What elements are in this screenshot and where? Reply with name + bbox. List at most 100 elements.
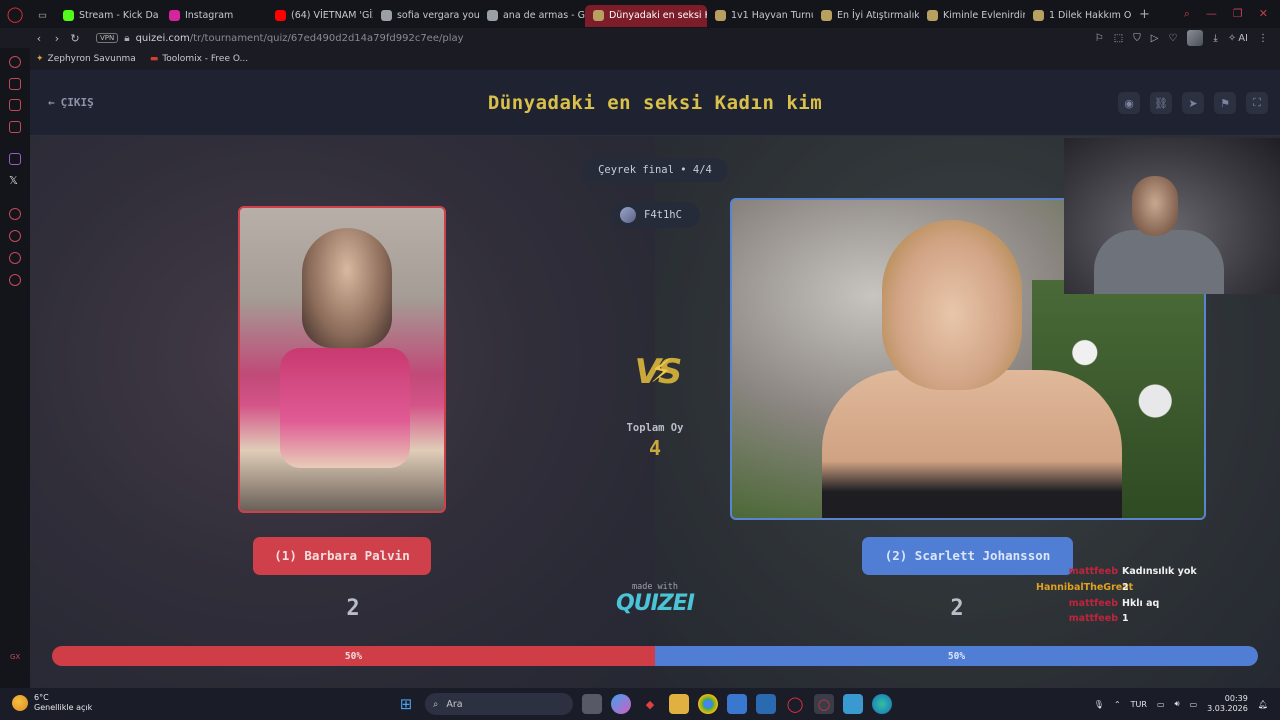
bookmark-favicon-icon: ✦ bbox=[36, 54, 44, 64]
eye-icon[interactable]: ◉ bbox=[1118, 92, 1140, 114]
bookmark-zephyron[interactable]: ✦ Zephyron Savunma bbox=[36, 54, 136, 64]
extensions-icon[interactable] bbox=[9, 252, 21, 264]
mail-icon[interactable] bbox=[756, 694, 776, 714]
heart-icon[interactable]: ♡ bbox=[1168, 33, 1177, 44]
aria-ai-button[interactable]: ✧ AI bbox=[1228, 33, 1248, 44]
notification-icon[interactable]: 🔔︎ bbox=[1258, 700, 1268, 709]
profile-avatar[interactable] bbox=[1187, 30, 1204, 46]
messenger-icon[interactable] bbox=[9, 121, 21, 133]
browser-tab[interactable]: 1v1 Hayvan Turnuvas bbox=[707, 5, 813, 27]
stream-chat-overlay: mattfeeb Kadınsılık yok HannibalTheGreat 2 m… bbox=[1036, 564, 1197, 627]
microphone-icon[interactable]: 🎙︎ bbox=[1094, 700, 1104, 709]
link-icon[interactable]: ⛓︎ bbox=[1150, 92, 1172, 114]
tab-label: ana de armas - Goog bbox=[502, 10, 585, 21]
browser-tab[interactable]: Dünyadaki en seksi Kadın bbox=[584, 4, 707, 27]
chevron-up-icon[interactable]: ⌃ bbox=[1114, 700, 1121, 709]
player-sidebar-icon[interactable] bbox=[9, 208, 21, 220]
quizei-logo[interactable]: QUIZEI bbox=[605, 591, 705, 616]
maximize-icon[interactable]: ❐ bbox=[1233, 7, 1243, 21]
chat-text: Hklı aq bbox=[1122, 597, 1160, 609]
chrome-icon[interactable] bbox=[698, 694, 718, 714]
browser-sidebar: 𝕏 GX bbox=[0, 48, 30, 688]
opera-taskbar-icon[interactable]: ◯ bbox=[785, 694, 805, 714]
url-path: /tr/tournament/quiz/67ed490d2d14a79fd992… bbox=[189, 32, 464, 44]
tab-favicon-icon bbox=[486, 10, 498, 21]
tab-label: En İyi Atıştırmalık [25 bbox=[836, 10, 919, 21]
battery-icon[interactable]: ▭ bbox=[1190, 700, 1198, 709]
bookmark-toolomix[interactable]: ▬ Toolomix - Free O... bbox=[150, 54, 248, 64]
weather-widget[interactable]: 6°C Genellikle açık bbox=[12, 693, 92, 713]
browser-tab[interactable]: ana de armas - Goog bbox=[479, 5, 585, 27]
volume-icon[interactable]: 🔊︎ bbox=[1175, 699, 1180, 709]
chat-text: 2 bbox=[1122, 581, 1129, 593]
streamer-webcam bbox=[1064, 138, 1280, 294]
right-vote-count: 2 bbox=[950, 596, 964, 621]
x-twitter-icon[interactable]: 𝕏 bbox=[9, 174, 18, 187]
chat-text: Kadınsılık yok bbox=[1122, 566, 1197, 577]
tab-workspaces[interactable]: ▭ bbox=[30, 5, 55, 27]
gx-corner-icon[interactable] bbox=[9, 99, 21, 111]
history-icon[interactable] bbox=[9, 230, 21, 242]
opera-logo-icon[interactable]: ◯ bbox=[0, 0, 30, 28]
clock[interactable]: 00:39 3.03.2026 bbox=[1207, 694, 1248, 714]
notepad-icon[interactable] bbox=[843, 694, 863, 714]
copilot-icon[interactable] bbox=[611, 694, 631, 714]
tab-label: 1v1 Hayvan Turnuvas bbox=[730, 10, 813, 21]
browser-tab[interactable]: (64) VİETNAM 'GİZLİ bbox=[267, 5, 373, 27]
network-icon[interactable]: ▭ bbox=[1157, 700, 1165, 709]
new-tab-icon[interactable]: + bbox=[1139, 7, 1150, 22]
ai-icon: ✧ bbox=[1227, 32, 1237, 44]
minimize-icon[interactable]: — bbox=[1206, 7, 1217, 21]
settings-gear-icon[interactable] bbox=[9, 274, 21, 286]
reload-icon[interactable]: ↻ bbox=[66, 32, 84, 45]
search-tabs-icon[interactable]: ⌕ bbox=[1184, 7, 1190, 21]
url-field[interactable]: quizei.com/tr/tournament/quiz/67ed490d2d… bbox=[136, 33, 464, 44]
vote-left-button[interactable]: (1) Barbara Palvin bbox=[253, 537, 431, 575]
edge-icon[interactable] bbox=[872, 694, 892, 714]
download-icon[interactable]: ⤓ bbox=[1213, 33, 1217, 44]
lock-icon: 🔒︎ bbox=[124, 32, 130, 44]
snapshot-icon[interactable]: ⬚ bbox=[1114, 33, 1123, 44]
menu-icon[interactable]: ⋮ bbox=[1258, 33, 1268, 44]
fullscreen-icon[interactable]: ⛶ bbox=[1246, 92, 1268, 114]
taskbar-search[interactable]: ⌕ Ara bbox=[425, 693, 573, 715]
language-indicator[interactable]: TUR bbox=[1131, 700, 1147, 709]
browser-tab[interactable]: Instagram bbox=[161, 5, 267, 27]
windows-start-icon[interactable]: ⊞ bbox=[396, 694, 416, 714]
forward-icon[interactable]: › bbox=[48, 32, 66, 45]
gx-control-icon[interactable] bbox=[9, 78, 21, 90]
gx-logo-icon: GX bbox=[10, 653, 21, 661]
store-icon[interactable] bbox=[727, 694, 747, 714]
tab-label: 1 Dilek Hakkım Olsa bbox=[1048, 10, 1131, 21]
twitch-icon[interactable] bbox=[9, 153, 21, 165]
browser-tab[interactable]: En İyi Atıştırmalık [25 bbox=[813, 5, 919, 27]
browser-tab[interactable]: Stream - Kick Da bbox=[55, 5, 161, 27]
speed-dial-icon[interactable] bbox=[9, 56, 21, 68]
report-flag-icon[interactable]: ⚑ bbox=[1214, 92, 1236, 114]
left-progress-segment: 50% bbox=[52, 646, 655, 666]
browser-tab[interactable]: Kiminle Evlenirdin - bbox=[919, 5, 1025, 27]
share-icon[interactable]: ➤ bbox=[1182, 92, 1204, 114]
task-view-icon[interactable] bbox=[582, 694, 602, 714]
browser-tab[interactable]: sofia vergara young bbox=[373, 5, 479, 27]
player-icon[interactable]: ▷ bbox=[1151, 33, 1159, 44]
vpn-badge[interactable]: VPN bbox=[96, 33, 119, 43]
browser-tab-strip: ◯ ▭ Stream - Kick Da Instagram (64) VİETNA… bbox=[0, 0, 1280, 28]
tab-favicon-icon bbox=[592, 10, 604, 21]
url-host: quizei.com bbox=[135, 32, 190, 44]
browser-tab[interactable]: 1 Dilek Hakkım Olsa bbox=[1025, 5, 1131, 27]
chat-text: 1 bbox=[1122, 613, 1129, 625]
adblock-icon[interactable]: ⛉ bbox=[1133, 33, 1141, 44]
opera-gx-taskbar-icon[interactable]: ◯ bbox=[814, 694, 834, 714]
bookmark-icon[interactable]: ⚐ bbox=[1095, 33, 1104, 44]
app-red-icon[interactable]: ◆ bbox=[640, 694, 660, 714]
tab-favicon-icon bbox=[168, 10, 180, 21]
file-explorer-icon[interactable] bbox=[669, 694, 689, 714]
contestant-left-photo[interactable] bbox=[238, 206, 446, 513]
tab-label: Kiminle Evlenirdin - bbox=[942, 10, 1025, 21]
close-icon[interactable]: ✕ bbox=[1259, 7, 1268, 21]
chat-message: mattfeeb 1 bbox=[1036, 611, 1197, 627]
tab-favicon-icon bbox=[820, 10, 832, 21]
back-icon[interactable]: ‹ bbox=[30, 32, 48, 45]
date: 3.03.2026 bbox=[1207, 704, 1248, 713]
